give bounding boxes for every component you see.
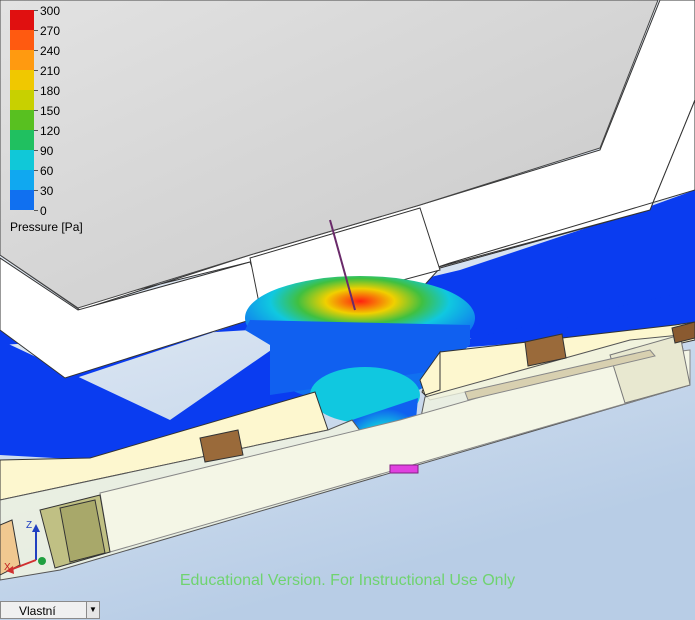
legend-label: 210 <box>40 64 61 78</box>
legend-swatch <box>10 150 34 170</box>
pressure-legend: 300 270 240 210 180 150 120 90 60 30 0 Pressure [Pa… <box>8 4 118 240</box>
legend-swatch <box>10 170 34 190</box>
legend-tick <box>34 70 38 71</box>
legend-label: 30 <box>40 184 54 198</box>
legend-tick <box>34 10 38 11</box>
view-orientation-dropdown[interactable]: Vlastní ▼ <box>0 601 100 619</box>
chevron-down-icon[interactable]: ▼ <box>86 602 99 618</box>
legend-title: Pressure [Pa] <box>10 220 83 234</box>
legend-label: 120 <box>40 124 61 138</box>
legend-tick <box>34 130 38 131</box>
legend-swatch <box>10 50 34 70</box>
legend-tick <box>34 190 38 191</box>
legend-swatch <box>10 70 34 90</box>
legend-label: 240 <box>40 44 61 58</box>
coordinate-triad: Z X <box>2 518 52 578</box>
legend-tick <box>34 30 38 31</box>
legend-swatch <box>10 190 34 210</box>
view-orientation-value: Vlastní <box>19 604 56 618</box>
legend-swatch <box>10 110 34 130</box>
legend-label: 60 <box>40 164 54 178</box>
legend-tick <box>34 150 38 151</box>
legend-tick <box>34 50 38 51</box>
outlet-plate <box>389 464 419 474</box>
legend-tick <box>34 170 38 171</box>
legend-swatch <box>10 130 34 150</box>
legend-swatch <box>10 90 34 110</box>
legend-swatch <box>10 30 34 50</box>
z-axis-label: Z <box>26 520 33 531</box>
legend-label: 270 <box>40 24 61 38</box>
legend-label: 180 <box>40 84 61 98</box>
legend-tick <box>34 110 38 111</box>
legend-label: 90 <box>40 144 54 158</box>
legend-swatch <box>10 10 34 30</box>
legend-tick <box>34 90 38 91</box>
watermark-text: Educational Version. For Instructional U… <box>179 572 516 589</box>
legend-tick <box>34 210 38 211</box>
legend-label: 300 <box>40 4 61 18</box>
legend-label: 0 <box>40 204 47 218</box>
legend-label: 150 <box>40 104 61 118</box>
